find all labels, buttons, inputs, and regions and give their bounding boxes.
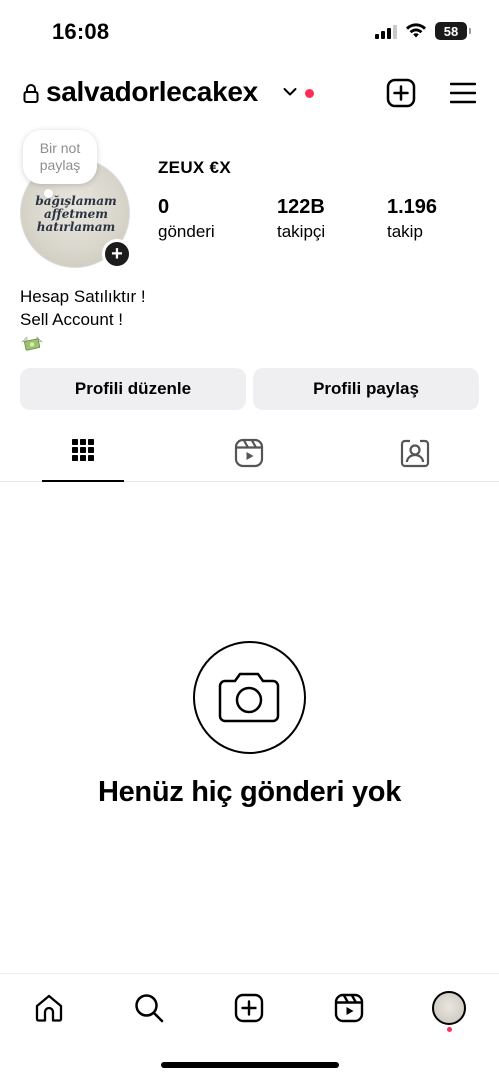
stat-value: 1.196 <box>387 196 438 218</box>
stat-value: 122B <box>277 196 325 218</box>
home-indicator[interactable] <box>161 1062 339 1068</box>
tab-reels[interactable] <box>208 432 290 482</box>
reels-icon <box>334 993 364 1023</box>
battery-icon: 58 <box>435 22 471 40</box>
nav-search[interactable] <box>129 988 169 1028</box>
status-icons: 58 <box>375 22 471 40</box>
search-icon <box>135 994 164 1023</box>
avatar-text-line: hatırlamam <box>36 220 116 234</box>
signal-icon <box>375 23 397 39</box>
stat-label: takipçi <box>277 222 326 241</box>
tagged-icon <box>400 439 430 468</box>
reels-icon <box>234 438 264 468</box>
profile-header: salvadorlecakex <box>0 72 499 116</box>
note-line: paylaş <box>39 157 81 173</box>
nav-reels[interactable] <box>329 988 369 1028</box>
bio-line: Sell Account ! <box>20 310 124 329</box>
empty-state-title: Henüz hiç gönderi yok <box>97 776 402 808</box>
battery-level: 58 <box>443 23 459 39</box>
bio: Hesap Satılıktır ! Sell Account ! <box>20 285 146 358</box>
stat-followers[interactable]: 122B takipçi <box>277 196 325 242</box>
lock-icon <box>23 84 39 103</box>
money-with-wings-icon <box>21 336 43 351</box>
display-name: ZEUX €X <box>158 158 231 177</box>
avatar-text: bağışlamam affetmem hatırlamam <box>21 195 129 234</box>
nav-home[interactable] <box>29 988 69 1028</box>
profile-avatar-icon <box>432 991 466 1025</box>
wifi-icon <box>406 23 426 38</box>
stat-posts[interactable]: 0 gönderi <box>158 196 215 242</box>
edit-profile-button[interactable]: Profili düzenle <box>20 368 246 410</box>
stat-label: gönderi <box>158 222 215 241</box>
notification-dot <box>305 89 314 98</box>
bio-line: Hesap Satılıktır ! <box>20 287 146 306</box>
status-bar: 16:08 58 <box>0 0 499 62</box>
home-icon <box>35 994 63 1022</box>
nav-create[interactable] <box>229 988 269 1028</box>
stat-value: 0 <box>158 196 170 218</box>
nav-profile[interactable] <box>429 988 469 1028</box>
stat-label: takip <box>387 222 423 241</box>
menu-icon[interactable] <box>450 81 476 105</box>
username[interactable]: salvadorlecakex <box>46 76 258 108</box>
active-tab-indicator <box>42 480 124 482</box>
note-line: Bir not <box>39 140 81 156</box>
share-profile-button[interactable]: Profili paylaş <box>253 368 479 410</box>
add-story-icon[interactable]: + <box>102 239 132 269</box>
add-post-icon[interactable] <box>386 78 416 108</box>
create-icon <box>234 993 264 1023</box>
stat-following[interactable]: 1.196 takip <box>387 196 437 242</box>
tab-grid[interactable] <box>42 432 124 482</box>
profile-tabs <box>0 432 499 482</box>
empty-state-camera <box>193 641 306 754</box>
note-bubble-tail <box>44 189 53 198</box>
chevron-down-icon[interactable] <box>283 87 297 97</box>
grid-icon <box>72 439 94 461</box>
nav-notification-dot <box>447 1027 452 1032</box>
camera-icon <box>218 672 280 723</box>
tab-tagged[interactable] <box>374 432 456 482</box>
note-bubble[interactable]: Bir not paylaş <box>23 130 97 184</box>
status-time: 16:08 <box>52 19 110 44</box>
